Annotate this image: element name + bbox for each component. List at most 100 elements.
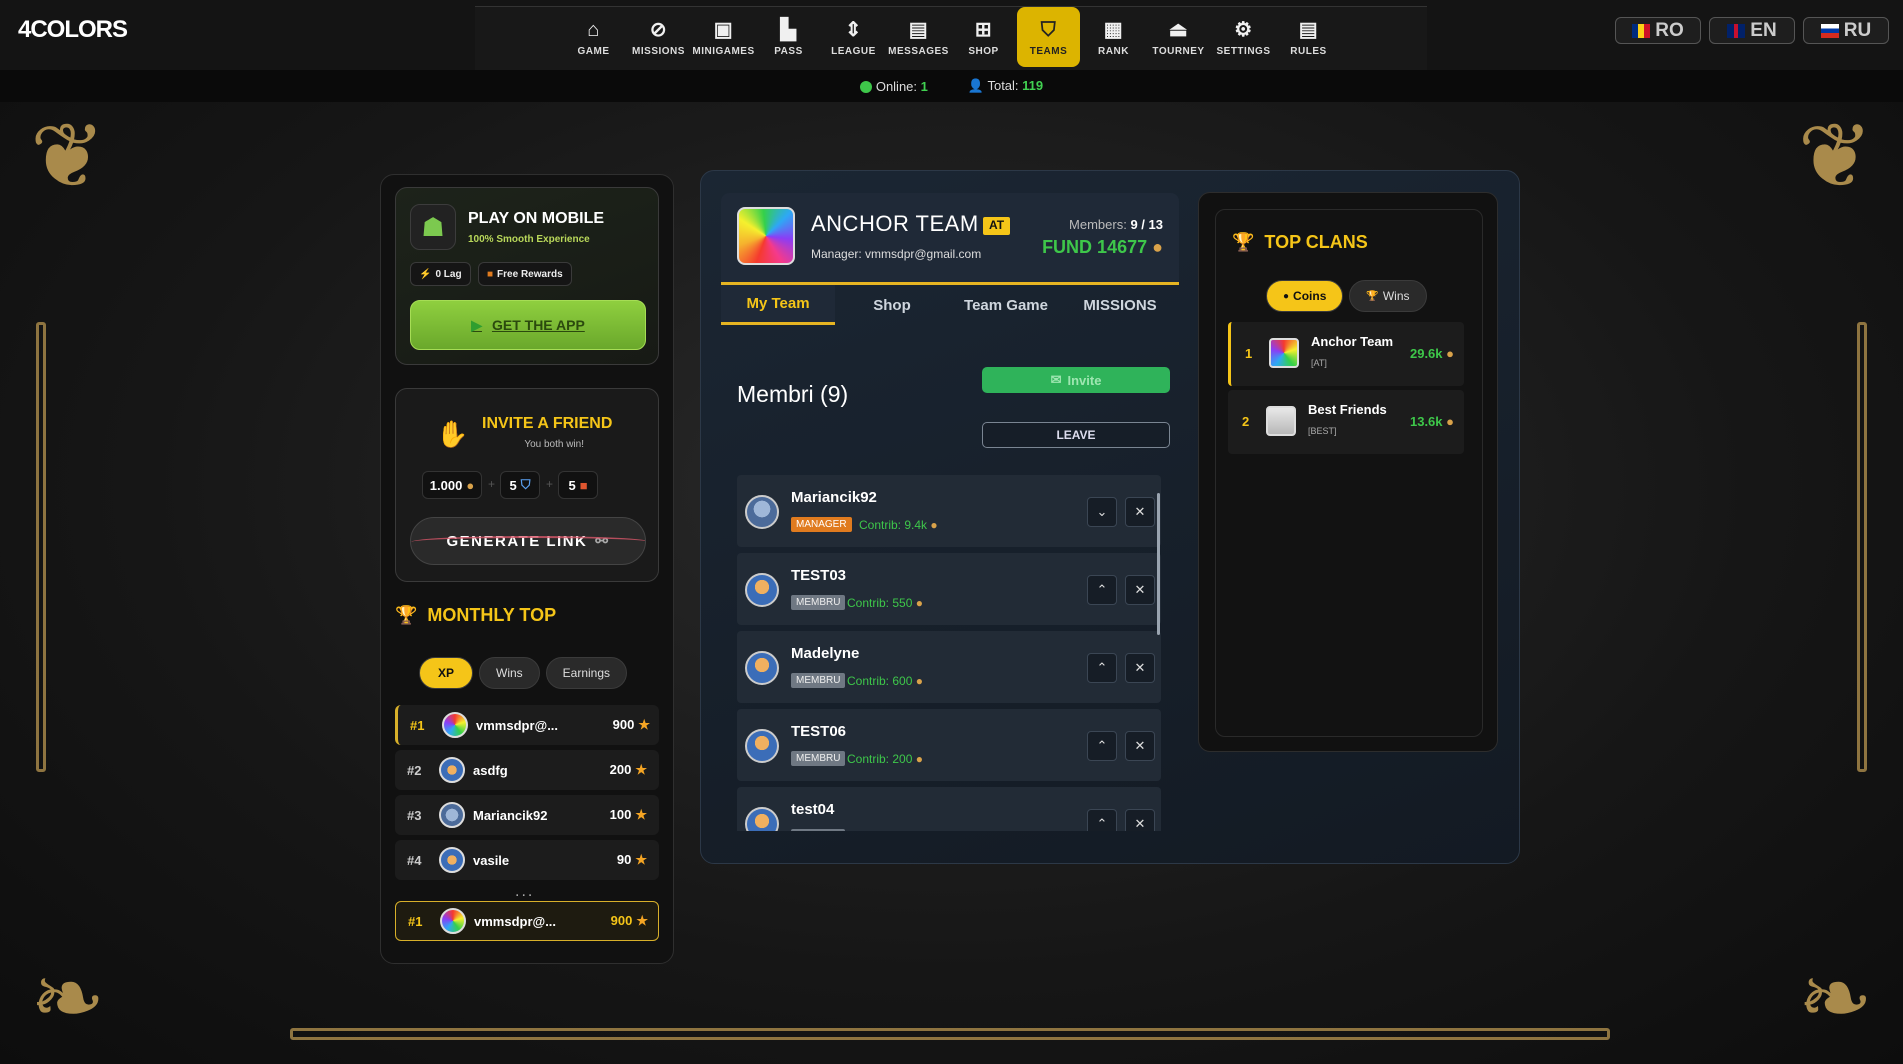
leave-button[interactable]: LEAVE (982, 422, 1170, 448)
team-tab-shop[interactable]: Shop (835, 285, 949, 325)
total-count: 119 (1022, 78, 1044, 93)
rank-number: #4 (407, 852, 422, 868)
member-role-badge: MANAGER (791, 517, 852, 532)
nav-label: GAME (577, 45, 610, 57)
money-bag-icon: ● (1152, 237, 1163, 257)
player-name: vmmsdpr@... (474, 913, 557, 929)
nav-missions[interactable]: ⊘ MISSIONS (627, 7, 690, 67)
team-tab-my-team[interactable]: My Team (721, 285, 835, 325)
leave-label: LEAVE (1056, 428, 1096, 442)
corner-ornament-icon: ❦ (30, 107, 106, 207)
nav-shop[interactable]: ⊞ SHOP (952, 7, 1015, 67)
member-row[interactable]: TEST06 MEMBRU Contrib: 200 ● ⌃ ✕ (737, 709, 1161, 781)
remove-member-button[interactable]: ✕ (1125, 731, 1155, 761)
clan-logo (1266, 406, 1296, 436)
nav-tourney[interactable]: ⏏ TOURNEY (1147, 7, 1210, 67)
player-name: vasile (473, 852, 510, 868)
lang-ro-button[interactable]: RO (1615, 17, 1701, 44)
document-icon: ▤ (1298, 18, 1319, 41)
promote-button[interactable]: ⌃ (1087, 809, 1117, 831)
nav-label: TEAMS (1029, 45, 1068, 57)
left-sidebar: ☗ PLAY ON MOBILE 100% Smooth Experience … (380, 174, 674, 964)
lang-ru-button[interactable]: RU (1803, 17, 1889, 44)
money-bag-icon: ● (466, 477, 475, 493)
my-rank-row[interactable]: #1 vmmsdpr@... 900 ★ (395, 901, 659, 941)
nav-pass[interactable]: ▙ PASS (757, 7, 820, 67)
member-row[interactable]: Madelyne MEMBRU Contrib: 600 ● ⌃ ✕ (737, 631, 1161, 703)
rank-number: #2 (407, 762, 422, 778)
member-row[interactable]: Mariancik92 MANAGER Contrib: 9.4k ● ⌄ ✕ (737, 475, 1161, 547)
clan-value: 29.6k ● (1410, 346, 1454, 361)
monthly-tab-earnings[interactable]: Earnings (545, 657, 628, 689)
remove-member-button[interactable]: ✕ (1125, 809, 1155, 831)
invite-button[interactable]: ✉ Invite (982, 367, 1170, 393)
clan-row[interactable]: 2 Best Friends [BEST] 13.6k ● (1228, 390, 1464, 454)
player-score: 900 ★ (600, 717, 650, 733)
rank-number: #1 (410, 717, 425, 733)
nav-label: MINIGAMES (692, 45, 755, 57)
nav-settings[interactable]: ⚙ SETTINGS (1212, 7, 1275, 67)
clan-tab-label: Coins (1293, 289, 1327, 303)
gift-reward-value: 5 (568, 477, 576, 493)
clan-row[interactable]: 1 Anchor Team [AT] 29.6k ● (1228, 322, 1464, 386)
member-row[interactable]: TEST03 MEMBRU Contrib: 550 ● ⌃ ✕ (737, 553, 1161, 625)
cart-icon: ⊞ (974, 18, 993, 41)
clan-name: Best Friends (1308, 402, 1387, 417)
player-score: 900 ★ (598, 913, 648, 929)
invite-subtitle: You both win! (524, 439, 584, 450)
plus-icon: + (546, 477, 554, 491)
nav-messages[interactable]: ▤ MESSAGES (887, 7, 950, 67)
leaderboard-row[interactable]: #2 asdfg 200 ★ (395, 750, 659, 790)
logo[interactable]: 4COLORS (18, 16, 128, 44)
nav-minigames[interactable]: ▣ MINIGAMES (692, 7, 755, 67)
fund-value: FUND 14677 (1042, 237, 1148, 257)
member-row[interactable]: test04 MEMBRU ⌃ ✕ (737, 787, 1161, 831)
trophy-icon: 🏆 (395, 605, 418, 625)
leaderboard-row[interactable]: #4 vasile 90 ★ (395, 840, 659, 880)
monthly-top-title: 🏆 MONTHLY TOP (395, 605, 556, 626)
get-app-button[interactable]: ▶ GET THE APP (410, 300, 646, 350)
promote-button[interactable]: ⌃ (1087, 653, 1117, 683)
trophy-icon: 🏆 (1232, 232, 1255, 252)
clan-tab-coins[interactable]: ● Coins (1266, 280, 1344, 312)
link-icon: ⚯ (595, 533, 610, 550)
money-bag-icon: ● (1442, 346, 1454, 361)
nav-league[interactable]: ⇕ LEAGUE (822, 7, 885, 67)
nav-rank[interactable]: ▦ RANK (1082, 7, 1145, 67)
nav-rules[interactable]: ▤ RULES (1277, 7, 1340, 67)
lang-en-button[interactable]: EN (1709, 17, 1795, 44)
promote-button[interactable]: ⌃ (1087, 731, 1117, 761)
nav-teams[interactable]: ⛉ TEAMS (1017, 7, 1080, 67)
leaderboard-row[interactable]: #3 Mariancik92 100 ★ (395, 795, 659, 835)
remove-member-button[interactable]: ✕ (1125, 575, 1155, 605)
remove-member-button[interactable]: ✕ (1125, 653, 1155, 683)
score-value: 900 (610, 913, 633, 928)
clan-tab-wins[interactable]: 🏆 Wins (1349, 280, 1427, 312)
leaderboard-row[interactable]: #1 vmmsdpr@... 900 ★ (395, 705, 659, 745)
team-tab-team-game[interactable]: Team Game (949, 285, 1063, 325)
shield-icon: ⛉ (1040, 18, 1057, 41)
remove-member-button[interactable]: ✕ (1125, 497, 1155, 527)
demote-button[interactable]: ⌄ (1087, 497, 1117, 527)
member-avatar (745, 807, 779, 831)
ellipsis: ... (515, 883, 535, 900)
nav-game[interactable]: ⌂ GAME (562, 7, 625, 67)
generate-link-button[interactable]: GENERATE LINK ⚯ (410, 517, 646, 565)
member-role-badge: MEMBRU (791, 829, 846, 831)
clan-rank: 1 (1245, 346, 1253, 361)
team-tab-missions[interactable]: MISSIONS (1063, 285, 1177, 325)
eject-icon: ⏏ (1168, 18, 1189, 41)
score-value: 900 (612, 717, 635, 732)
monthly-tab-xp[interactable]: XP (419, 657, 473, 689)
members-scrollbar[interactable] (1157, 493, 1160, 635)
online-count: 1 (920, 78, 928, 94)
factory-icon: ▙ (780, 18, 797, 41)
avatar (442, 712, 468, 738)
member-contribution: Contrib: 600 ● (847, 674, 923, 688)
clan-rank: 2 (1242, 414, 1250, 429)
team-header: ANCHOR TEAM AT Manager: vmmsdpr@gmail.co… (721, 193, 1179, 285)
get-app-label: GET THE APP (491, 317, 585, 333)
promote-button[interactable]: ⌃ (1087, 575, 1117, 605)
contribution-value: Contrib: 600 (847, 674, 913, 688)
monthly-tab-wins[interactable]: Wins (479, 657, 540, 689)
